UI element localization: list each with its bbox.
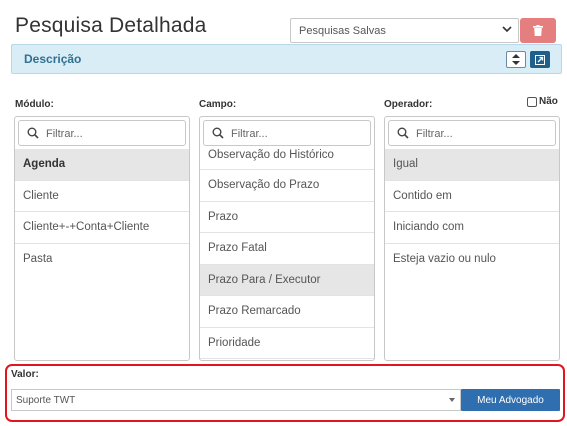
nao-label: Não [539, 96, 558, 107]
modulo-filter-input[interactable]: Filtrar... [18, 120, 186, 146]
valor-select[interactable]: Suporte TWT [11, 389, 461, 411]
list-item[interactable]: Cliente+-+Conta+Cliente [15, 212, 189, 244]
campo-label: Campo: [199, 99, 237, 110]
modulo-label: Módulo: [15, 99, 54, 110]
list-item[interactable]: Prazo Remarcado [200, 296, 374, 328]
list-item[interactable]: Igual [385, 149, 559, 181]
list-item[interactable]: Pasta [15, 244, 189, 276]
filter-placeholder: Filtrar... [231, 128, 268, 140]
list-item[interactable]: Iniciando com [385, 212, 559, 244]
list-item[interactable]: Prazo Para / Executor [200, 264, 374, 296]
description-bar: Descrição [11, 44, 562, 74]
operador-list: Igual Contido em Iniciando com Esteja va… [385, 149, 559, 360]
list-item[interactable]: Prazo Fatal [200, 233, 374, 265]
delete-saved-search-button[interactable] [520, 18, 556, 43]
list-item[interactable]: Observação do Prazo [200, 170, 374, 202]
list-item[interactable]: Agenda [15, 149, 189, 181]
campo-panel: Filtrar... Observação do Histórico Obser… [199, 116, 375, 361]
nao-checkbox[interactable]: Não [527, 96, 558, 107]
search-icon [27, 127, 39, 139]
list-item[interactable]: Esteja vazio ou nulo [385, 244, 559, 276]
external-link-button[interactable] [530, 51, 550, 68]
caret-down-icon [449, 398, 455, 402]
operador-label: Operador: [384, 99, 433, 110]
sort-icon [512, 54, 520, 65]
operador-panel: Filtrar... Igual Contido em Iniciando co… [384, 116, 560, 361]
chevron-down-icon [502, 26, 512, 33]
external-link-icon [535, 54, 545, 65]
search-icon [397, 127, 409, 139]
campo-filter-input[interactable]: Filtrar... [203, 120, 371, 146]
saved-searches-select[interactable]: Pesquisas Salvas [290, 18, 519, 43]
filter-placeholder: Filtrar... [46, 128, 83, 140]
list-item[interactable]: Prazo [200, 202, 374, 233]
saved-searches-value: Pesquisas Salvas [299, 25, 386, 37]
search-icon [212, 127, 224, 139]
checkbox-box[interactable] [527, 96, 537, 107]
modulo-panel: Filtrar... Agenda Cliente Cliente+-+Cont… [14, 116, 190, 361]
valor-label: Valor: [11, 369, 39, 380]
operador-filter-input[interactable]: Filtrar... [388, 120, 556, 146]
list-item[interactable]: Observação do Histórico [200, 149, 374, 170]
meu-advogado-button[interactable]: Meu Advogado [461, 389, 560, 411]
list-item[interactable]: Prioridade [200, 328, 374, 359]
trash-icon [533, 25, 543, 36]
campo-list: Observação do Histórico Observação do Pr… [200, 149, 374, 360]
modulo-list: Agenda Cliente Cliente+-+Conta+Cliente P… [15, 149, 189, 360]
sort-button[interactable] [506, 51, 526, 68]
valor-selected-value: Suporte TWT [16, 395, 76, 406]
list-item[interactable]: Contido em [385, 181, 559, 212]
list-item[interactable]: Cliente [15, 181, 189, 212]
page-title: Pesquisa Detalhada [15, 14, 207, 37]
description-label: Descrição [24, 52, 82, 66]
filter-placeholder: Filtrar... [416, 128, 453, 140]
